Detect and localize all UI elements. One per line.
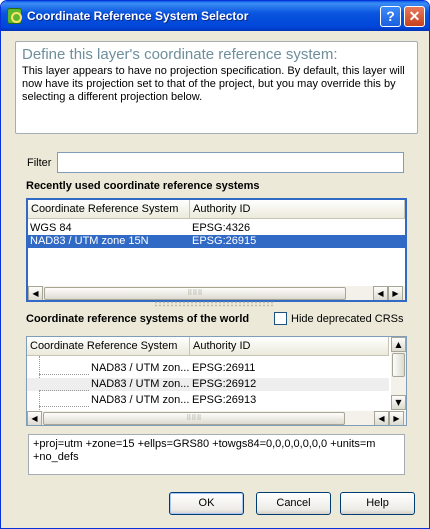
title-help-button[interactable]: ? xyxy=(380,6,401,27)
recent-list-header: Coordinate Reference System Authority ID xyxy=(28,200,405,219)
recent-crs-label: Recently used coordinate reference syste… xyxy=(26,180,260,192)
recent-row-id: EPSG:26915 xyxy=(192,235,257,247)
world-row-name: NAD83 / UTM zon... xyxy=(91,394,189,406)
title-close-button[interactable]: ✕ xyxy=(404,6,425,27)
world-hscroll-thumb[interactable]: ⠿⠿⠿ xyxy=(43,412,345,425)
tree-branch-line xyxy=(39,394,89,407)
world-vscrollbar[interactable]: ▲ ▼ xyxy=(391,337,406,410)
scroll-left-icon[interactable]: ◀ xyxy=(373,286,388,300)
recent-header-authority[interactable]: Authority ID xyxy=(190,200,405,219)
world-hscrollbar[interactable]: ◀ ⠿⠿⠿ ◀ ▶ xyxy=(27,410,406,425)
cancel-button[interactable]: Cancel xyxy=(256,492,331,515)
world-row-id: EPSG:26911 xyxy=(192,362,256,374)
ok-button[interactable]: OK xyxy=(169,492,244,515)
world-row[interactable]: NAD83 / UTM zon... EPSG:26911 xyxy=(27,362,389,375)
proj4-string-display: +proj=utm +zone=15 +ellps=GRS80 +towgs84… xyxy=(28,434,405,475)
scroll-left-icon[interactable]: ◀ xyxy=(374,411,389,425)
recent-row-wgs84[interactable]: WGS 84 EPSG:4326 xyxy=(28,222,405,235)
filter-input[interactable] xyxy=(57,152,404,173)
tree-branch-line xyxy=(39,378,89,391)
world-header-crs[interactable]: Coordinate Reference System xyxy=(27,337,190,356)
recent-row-id: EPSG:4326 xyxy=(192,222,251,234)
recent-row-nad83-utm15n[interactable]: NAD83 / UTM zone 15N EPSG:26915 xyxy=(28,235,405,248)
define-info-box: Define this layer's coordinate reference… xyxy=(15,41,418,134)
tree-branch-line xyxy=(39,362,89,375)
help-button[interactable]: Help xyxy=(340,492,415,515)
hide-deprecated-label[interactable]: Hide deprecated CRSs xyxy=(291,313,404,325)
scroll-left-icon[interactable]: ◀ xyxy=(27,411,42,425)
define-description: This layer appears to have no projection… xyxy=(22,65,405,103)
scroll-right-icon[interactable]: ▶ xyxy=(388,286,403,300)
recent-header-crs[interactable]: Coordinate Reference System xyxy=(28,200,190,219)
recent-crs-list[interactable]: Coordinate Reference System Authority ID… xyxy=(26,198,407,302)
window-title: Coordinate Reference System Selector xyxy=(27,9,249,23)
world-header-authority[interactable]: Authority ID xyxy=(190,337,389,356)
world-row-name: NAD83 / UTM zon... xyxy=(91,378,189,390)
world-row[interactable]: NAD83 / UTM zon... EPSG:26912 xyxy=(27,378,389,391)
recent-hscroll-thumb[interactable]: ⠿⠿⠿ xyxy=(44,287,346,300)
filter-label: Filter xyxy=(27,157,52,169)
world-row-id: EPSG:26912 xyxy=(192,378,257,390)
splitter-grip[interactable] xyxy=(154,301,274,307)
title-bar[interactable]: Coordinate Reference System Selector ? ✕ xyxy=(1,1,429,31)
world-row-id: EPSG:26913 xyxy=(192,394,257,406)
scroll-up-icon[interactable]: ▲ xyxy=(391,337,406,352)
recent-hscrollbar[interactable]: ◀ ⠿⠿⠿ ◀ ▶ xyxy=(28,285,405,300)
recent-row-name: NAD83 / UTM zone 15N xyxy=(30,235,149,247)
recent-row-name: WGS 84 xyxy=(30,222,72,234)
qgis-app-icon xyxy=(7,8,22,24)
crs-selector-window: Coordinate Reference System Selector ? ✕… xyxy=(0,0,430,529)
world-row[interactable]: NAD83 / UTM zon... EPSG:26913 xyxy=(27,394,389,407)
dialog-client-area: Define this layer's coordinate reference… xyxy=(4,31,426,527)
world-row-name: NAD83 / UTM zon... xyxy=(91,362,189,374)
hide-deprecated-checkbox[interactable] xyxy=(274,312,287,325)
world-vscroll-thumb[interactable] xyxy=(392,353,405,377)
define-title: Define this layer's coordinate reference… xyxy=(22,46,338,63)
world-list-header: Coordinate Reference System Authority ID xyxy=(27,337,389,356)
world-crs-tree[interactable]: Coordinate Reference System Authority ID… xyxy=(26,336,407,426)
world-crs-label: Coordinate reference systems of the worl… xyxy=(26,313,250,325)
scroll-right-icon[interactable]: ▶ xyxy=(389,411,404,425)
scroll-left-icon[interactable]: ◀ xyxy=(28,286,43,300)
scroll-down-icon[interactable]: ▼ xyxy=(391,395,406,410)
